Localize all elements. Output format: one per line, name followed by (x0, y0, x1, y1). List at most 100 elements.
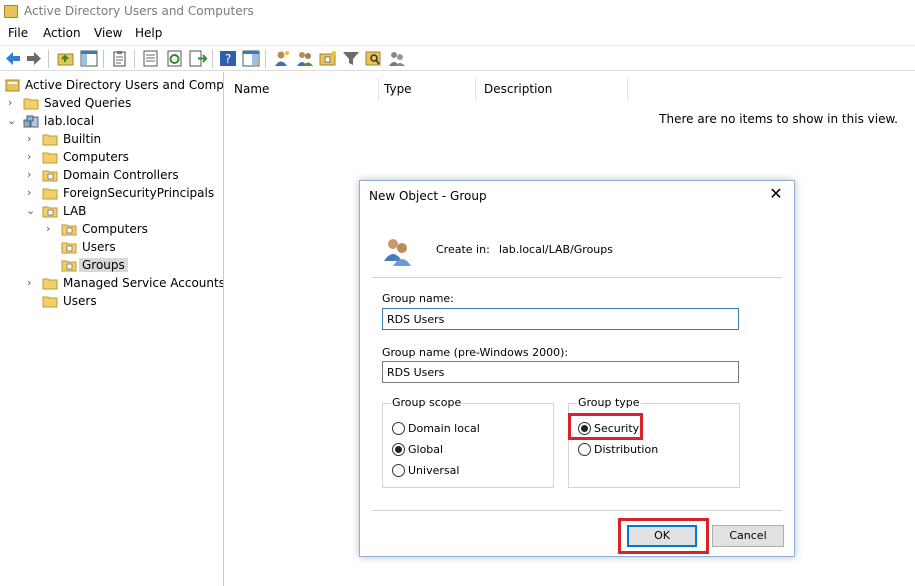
radio-icon[interactable] (578, 443, 591, 456)
tree-item-builtin[interactable]: › Builtin (0, 131, 223, 149)
column-header-name[interactable]: Name (226, 78, 379, 100)
tree-item-lab[interactable]: ⌄ LAB (0, 203, 223, 221)
ad-root-icon (5, 79, 20, 92)
tree-item-lab-groups[interactable]: Groups (0, 257, 223, 275)
create-in-label: Create in: (436, 243, 490, 256)
chevron-right-icon[interactable]: › (27, 133, 37, 145)
folder-icon (23, 98, 39, 110)
clipboard-icon[interactable] (111, 50, 129, 67)
chevron-right-icon[interactable]: › (27, 277, 37, 289)
refresh-icon[interactable] (166, 50, 184, 67)
scope-domain-local-radio[interactable]: Domain local (392, 420, 542, 436)
chevron-right-icon[interactable]: › (27, 187, 37, 199)
group-name-pre2000-label: Group name (pre-Windows 2000): (382, 346, 569, 359)
tree-label-foreign-security-principals: ForeignSecurityPrincipals (63, 186, 215, 200)
tree-label-domain-controllers: Domain Controllers (63, 168, 179, 182)
action-pane-icon[interactable] (242, 50, 260, 67)
group-type-title: Group type (577, 396, 641, 409)
group-scope-box: Group scope Domain local Global Universa… (382, 396, 554, 488)
chevron-down-icon[interactable]: ⌄ (26, 205, 36, 217)
scope-global-radio[interactable]: Global (392, 441, 542, 457)
close-icon[interactable]: ✕ (767, 185, 785, 203)
chevron-right-icon[interactable]: › (46, 223, 56, 235)
tree-label-managed-service-accounts: Managed Service Accounts (63, 276, 224, 290)
scope-universal-radio[interactable]: Universal (392, 462, 542, 478)
help-icon[interactable]: ? (219, 50, 237, 67)
security-highlight (568, 413, 643, 440)
column-header-description[interactable]: Description (476, 78, 628, 100)
divider (372, 277, 782, 278)
tree-item-lab-users[interactable]: Users (0, 239, 223, 257)
tree-item-domain[interactable]: ⌄ lab.local (0, 113, 223, 131)
tree-item-saved-queries[interactable]: › Saved Queries (0, 95, 223, 113)
group-name-label: Group name: (382, 292, 454, 305)
radio-checked-icon[interactable] (392, 443, 405, 456)
dialog-title: New Object - Group (369, 189, 487, 203)
folder-icon (42, 134, 58, 146)
filter-icon[interactable] (342, 50, 360, 67)
tree-item-root[interactable]: Active Directory Users and Computers (0, 77, 224, 95)
tree-item-managed-service-accounts[interactable]: › Managed Service Accounts (0, 275, 224, 293)
group-scope-title: Group scope (391, 396, 463, 409)
tree-label-lab-groups: Groups (79, 258, 128, 272)
properties-icon[interactable] (142, 50, 160, 67)
group-icon (384, 239, 411, 266)
folder-icon (42, 296, 58, 308)
chevron-down-icon[interactable]: ⌄ (7, 115, 17, 127)
toolbar: ? (0, 45, 915, 71)
add-to-group-icon[interactable] (388, 50, 406, 67)
tree-item-computers[interactable]: › Computers (0, 149, 223, 167)
tree-label-computers: Computers (63, 150, 129, 164)
ok-highlight (618, 518, 709, 554)
menu-help[interactable]: Help (135, 26, 162, 40)
tree-item-lab-computers[interactable]: › Computers (0, 221, 223, 239)
new-group-dialog: New Object - Group ✕ Create in: lab.loca… (359, 180, 795, 557)
forward-arrow-icon[interactable] (25, 50, 43, 67)
radio-icon[interactable] (392, 422, 405, 435)
ou-folder-icon (61, 224, 77, 236)
ou-folder-icon (61, 242, 77, 254)
radio-icon[interactable] (392, 464, 405, 477)
chevron-right-icon[interactable]: › (27, 169, 37, 181)
new-ou-icon[interactable] (319, 50, 337, 67)
tree-item-foreign-security-principals[interactable]: › ForeignSecurityPrincipals (0, 185, 223, 203)
menu-file[interactable]: File (8, 26, 28, 40)
chevron-right-icon[interactable]: › (27, 151, 37, 163)
domain-icon (23, 115, 39, 128)
cancel-button[interactable]: Cancel (712, 525, 784, 547)
console-tree: Active Directory Users and Computers › S… (0, 72, 224, 586)
group-name-pre2000-input[interactable]: RDS Users (382, 361, 739, 383)
back-arrow-icon[interactable] (4, 50, 22, 67)
tree-label-users: Users (63, 294, 97, 308)
new-user-icon[interactable] (273, 50, 291, 67)
menu-view[interactable]: View (94, 26, 122, 40)
type-distribution-radio[interactable]: Distribution (578, 441, 728, 457)
title-bar: Active Directory Users and Computers (0, 0, 915, 24)
find-objects-icon[interactable] (365, 50, 383, 67)
column-header-type[interactable]: Type (376, 78, 476, 100)
ad-app-icon (4, 5, 18, 18)
tree-label-lab-users: Users (82, 240, 116, 254)
ou-folder-icon (42, 170, 58, 182)
group-name-input[interactable]: RDS Users (382, 308, 739, 330)
export-list-icon[interactable] (189, 50, 207, 67)
ou-folder-icon (42, 206, 58, 218)
window-title: Active Directory Users and Computers (24, 4, 254, 18)
tree-item-users[interactable]: Users (0, 293, 223, 311)
new-group-icon[interactable] (296, 50, 314, 67)
divider (372, 510, 782, 511)
menu-action[interactable]: Action (43, 26, 81, 40)
folder-icon (42, 188, 58, 200)
chevron-right-icon[interactable]: › (8, 97, 18, 109)
tree-label-domain: lab.local (44, 114, 95, 128)
tree-item-domain-controllers[interactable]: › Domain Controllers (0, 167, 223, 185)
show-hide-console-tree-icon[interactable] (80, 50, 98, 67)
tree-label-lab-computers: Computers (82, 222, 148, 236)
tree-label-lab: LAB (63, 204, 87, 218)
svg-text:?: ? (225, 52, 231, 66)
up-folder-icon[interactable] (57, 50, 75, 67)
create-in-path: lab.local/LAB/Groups (499, 243, 613, 256)
tree-label-root: Active Directory Users and Computers (25, 78, 224, 92)
menu-bar: File Action View Help (0, 24, 915, 44)
folder-icon (42, 152, 58, 164)
